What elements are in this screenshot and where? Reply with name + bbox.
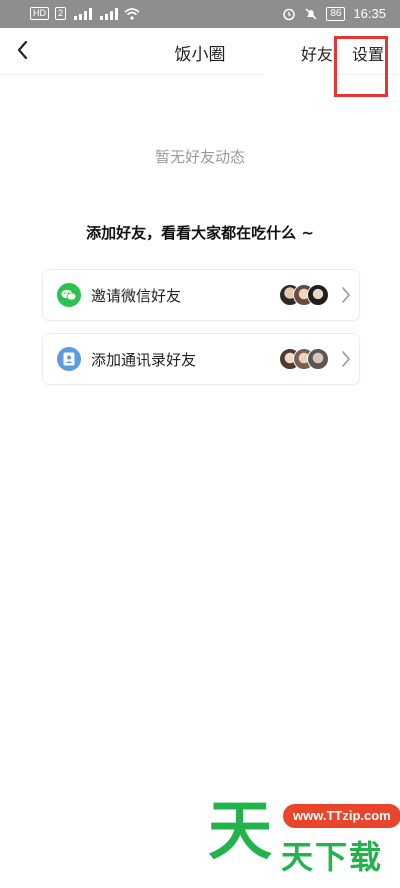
status-left: HD 2	[30, 7, 140, 20]
friends-tab[interactable]: 好友	[301, 41, 333, 65]
hd-badge: HD	[30, 7, 49, 20]
mask-overlay	[262, 74, 336, 124]
friend-avatars	[279, 348, 331, 370]
alarm-icon	[282, 7, 296, 21]
watermark-url: www.TTzip.com	[283, 804, 400, 828]
empty-state-text: 暂无好友动态	[154, 148, 245, 166]
add-friends-prompt: 添加好友，看看大家都在吃什么 ~	[86, 224, 314, 242]
highlight-box	[334, 36, 388, 97]
status-right: 86 16:35	[282, 6, 386, 21]
chevron-right-icon	[342, 287, 351, 303]
invite-wechat-friends-card[interactable]: 邀请微信好友	[42, 269, 360, 321]
battery-indicator: 86	[326, 6, 346, 21]
contacts-icon	[57, 347, 81, 371]
watermark: 天 www.TTzip.com 天下载	[208, 795, 400, 882]
wifi-icon	[124, 7, 140, 20]
wechat-icon	[57, 283, 81, 307]
clock-time: 16:35	[353, 6, 386, 21]
add-contacts-friends-label: 添加通讯录好友	[91, 351, 197, 369]
friend-avatars	[279, 284, 331, 306]
signal-icon	[72, 7, 93, 20]
signal-icon	[98, 7, 119, 20]
watermark-text: 天下载	[281, 838, 384, 876]
avatar	[307, 284, 329, 306]
add-contacts-friends-card[interactable]: 添加通讯录好友	[42, 333, 360, 385]
chevron-right-icon	[342, 351, 351, 367]
sim-badge: 2	[55, 7, 67, 20]
mute-icon	[304, 7, 318, 21]
avatar	[307, 348, 329, 370]
status-bar: HD 2 86 16:35	[0, 0, 400, 28]
watermark-logo-char: 天	[208, 795, 272, 869]
invite-wechat-friends-label: 邀请微信好友	[91, 287, 182, 305]
